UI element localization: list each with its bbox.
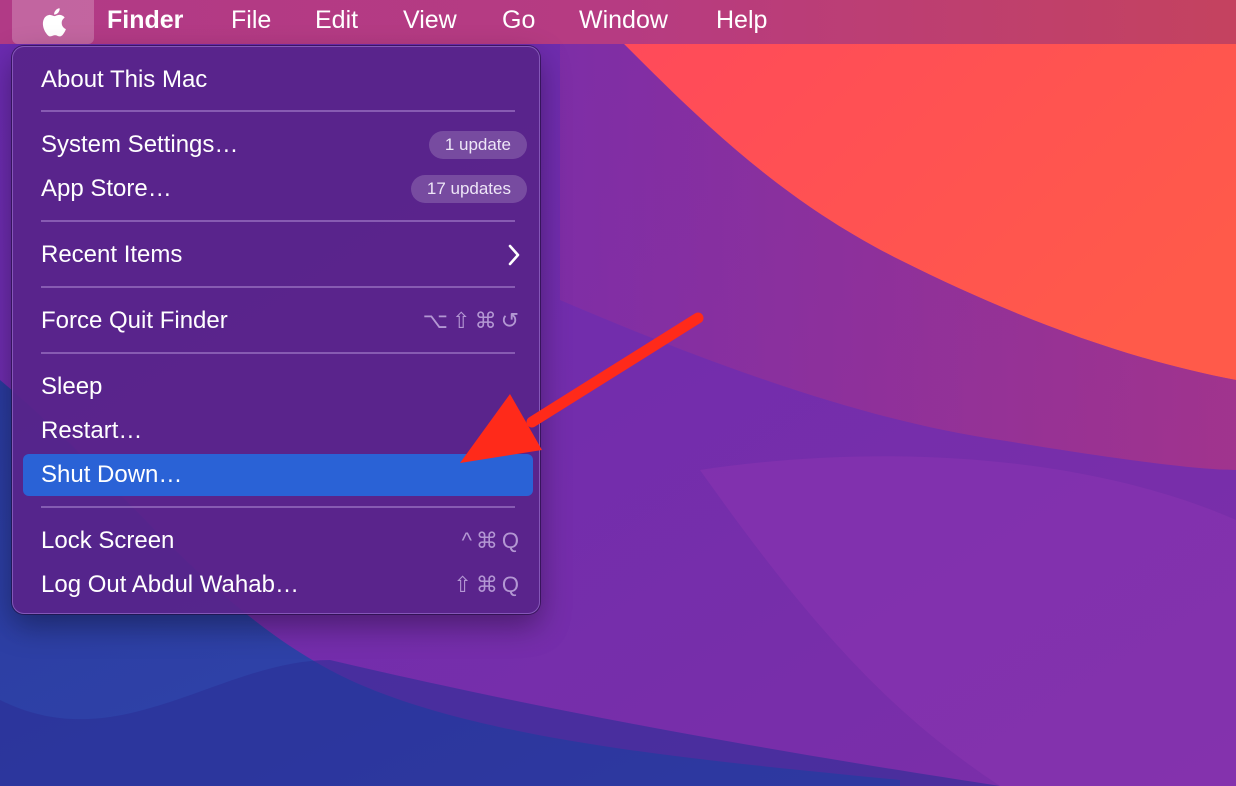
menu-item-label: Shut Down… xyxy=(41,461,183,488)
update-badge: 17 updates xyxy=(410,175,527,203)
menubar-finder[interactable]: Finder xyxy=(107,0,183,40)
menu-item-log-out[interactable]: Log Out Abdul Wahab… ⇧⌘Q xyxy=(23,564,533,606)
menubar-help[interactable]: Help xyxy=(716,0,767,40)
menu-separator xyxy=(41,110,515,112)
menubar-file[interactable]: File xyxy=(231,0,271,40)
menu-item-recent-items[interactable]: Recent Items xyxy=(23,234,533,276)
menu-item-about-this-mac[interactable]: About This Mac xyxy=(23,59,533,101)
menu-item-label: Sleep xyxy=(41,373,103,400)
menu-separator xyxy=(41,220,515,222)
menu-separator xyxy=(41,506,515,508)
update-badge: 1 update xyxy=(428,131,527,159)
keyboard-shortcut: ^⌘Q xyxy=(461,528,523,553)
red-arrow-icon xyxy=(460,312,704,463)
chevron-right-icon xyxy=(508,244,520,266)
menu-separator xyxy=(41,286,515,288)
menu-item-label: Recent Items xyxy=(41,241,183,268)
menu-item-label: Restart… xyxy=(41,417,143,444)
menu-item-label: About This Mac xyxy=(41,66,208,93)
menubar-view[interactable]: View xyxy=(403,0,457,40)
keyboard-shortcut: ⇧⌘Q xyxy=(453,572,523,597)
menubar-window[interactable]: Window xyxy=(579,0,668,40)
menu-bar: Finder File Edit View Go Window Help xyxy=(0,0,1236,44)
menubar-edit[interactable]: Edit xyxy=(315,0,358,40)
menu-item-label: Lock Screen xyxy=(41,527,175,554)
menu-item-label: App Store… xyxy=(41,175,172,202)
menu-item-app-store[interactable]: App Store… 17 updates xyxy=(23,168,533,210)
menu-item-label: Force Quit Finder xyxy=(41,307,228,334)
menubar-go[interactable]: Go xyxy=(502,0,535,40)
menu-item-lock-screen[interactable]: Lock Screen ^⌘Q xyxy=(23,520,533,562)
menu-item-label: System Settings… xyxy=(41,131,239,158)
menu-item-system-settings[interactable]: System Settings… 1 update xyxy=(23,124,533,166)
menu-item-label: Log Out Abdul Wahab… xyxy=(41,571,299,598)
